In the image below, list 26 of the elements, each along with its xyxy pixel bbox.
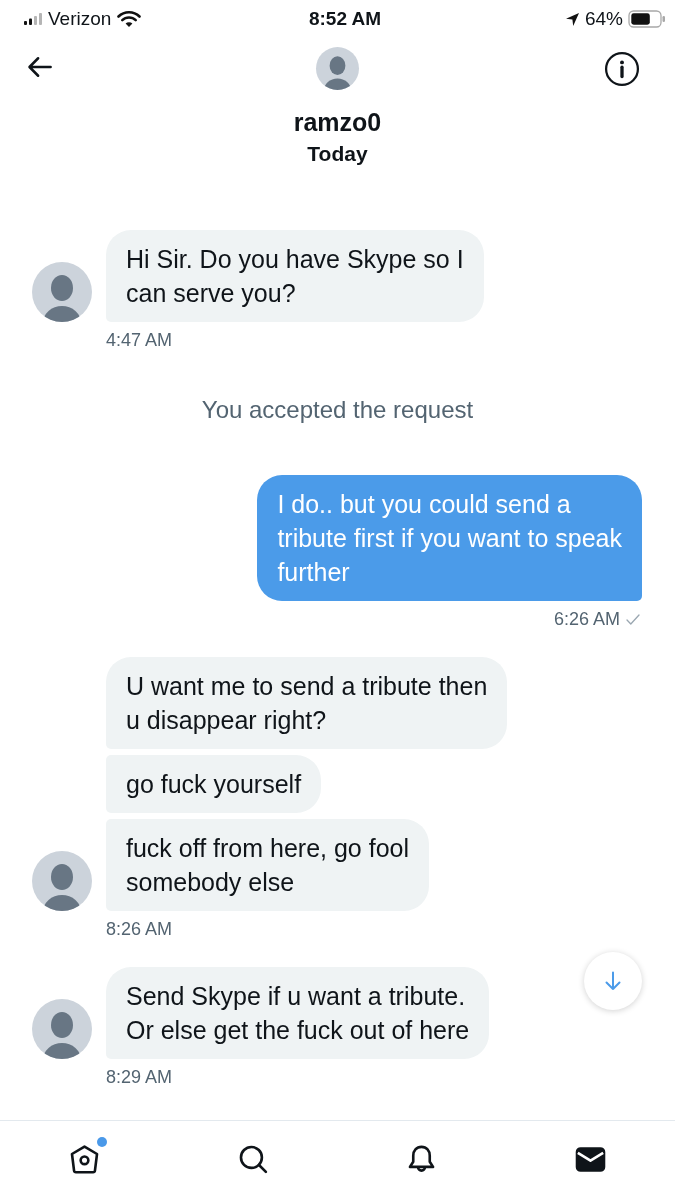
wifi-icon [117,10,142,28]
clock-time: 8:52 AM [308,8,382,30]
battery-icon [628,10,666,28]
avatar-icon [32,999,92,1059]
info-icon[interactable] [604,51,640,87]
system-notice: You accepted the request [201,395,474,425]
message-time: 4:47 AM [106,329,173,351]
location-arrow-icon [564,11,580,27]
contact-name: ramzo0 [293,107,382,137]
message-bubble: I do.. but you could send a tribute first if you want to speak further [257,475,642,601]
message-time: 6:26 AM [553,608,620,630]
message-time: 8:26 AM [106,918,173,940]
date-label: Today [307,141,368,167]
message-bubble: U want me to send a tribute then u disappear right? [106,657,508,749]
message-bubble: Send Skype if u want a tribute. Or else get the fuck out of here [106,967,490,1059]
message-time: 8:29 AM [106,1066,173,1088]
down-arrow-icon [604,971,622,991]
message-bubble: Hi Sir. Do you have Skype so I can serve you? [106,230,484,322]
battery-percentage: 64% [584,8,623,30]
avatar-icon [316,47,359,90]
message-bubble: go fuck yourself [106,755,322,813]
avatar-icon [32,851,92,911]
avatar-icon [32,262,92,322]
message-bubble: fuck off from here, go fool somebody else [106,819,430,911]
carrier-name: Verizon [48,8,112,30]
signal-icon [24,13,42,25]
